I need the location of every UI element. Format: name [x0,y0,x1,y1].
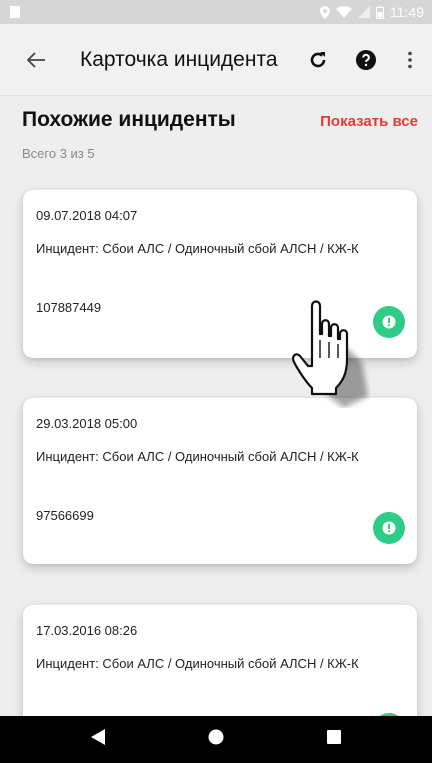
nav-recents-button[interactable] [326,730,341,749]
results-count: Всего 3 из 5 [22,146,95,161]
status-time: 11:49 [390,4,424,20]
incident-card[interactable]: 29.03.2018 05:00 Инцидент: Сбои АЛС / Од… [23,398,417,564]
section-header: Похожие инциденты Показать все [22,108,418,132]
app-bar: Карточка инцидента [0,24,432,96]
wifi-icon [336,6,352,18]
section-title: Похожие инциденты [22,108,236,131]
triangle-back-icon [91,729,106,745]
sim-card-icon [10,6,20,18]
incident-description: Инцидент: Сбои АЛС / Одиночный сбой АЛСН… [36,449,359,464]
help-circle-icon [356,49,376,70]
incident-date: 17.03.2016 08:26 [36,623,138,638]
incident-number: 97566699 [36,508,94,523]
arrow-back-icon [27,51,45,68]
nav-home-button[interactable] [208,729,224,750]
nav-back-button[interactable] [91,729,106,750]
page-title: Карточка инцидента [80,47,278,71]
show-all-link[interactable]: Показать все [320,113,418,130]
square-recents-icon [326,730,341,744]
alert-button[interactable] [373,512,405,544]
battery-icon [376,5,384,19]
refresh-icon [310,51,326,67]
signal-icon [358,6,370,18]
more-button[interactable] [392,42,428,78]
incident-date: 29.03.2018 05:00 [36,416,138,431]
more-vert-icon [408,51,412,68]
refresh-button[interactable] [300,42,336,78]
circle-home-icon [208,729,224,745]
incident-description: Инцидент: Сбои АЛС / Одиночный сбой АЛСН… [36,241,359,256]
incident-date: 09.07.2018 04:07 [36,208,138,223]
back-button[interactable] [18,42,54,78]
alert-icon [382,521,396,535]
alert-button[interactable] [373,306,405,338]
hand-pointer-icon [292,300,368,408]
status-bar: 11:49 [0,0,432,24]
location-icon [320,5,330,19]
incident-description: Инцидент: Сбои АЛС / Одиночный сбой АЛСН… [36,656,359,671]
incident-number: 107887449 [36,300,102,315]
help-button[interactable] [348,42,384,78]
system-nav-bar [0,716,432,763]
alert-icon [382,315,396,329]
